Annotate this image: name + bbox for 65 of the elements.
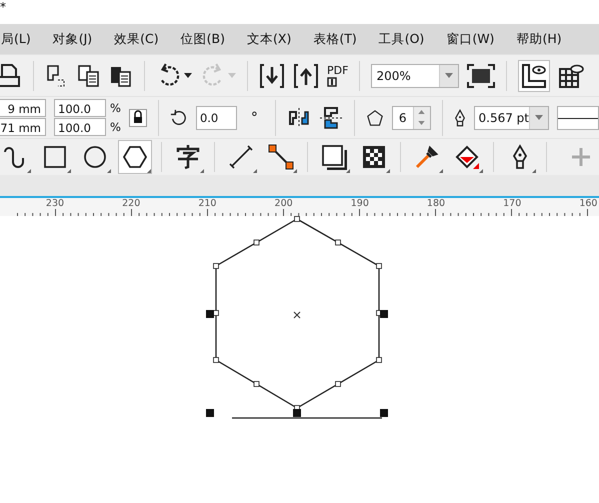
selection-handle[interactable]	[293, 409, 301, 417]
degree-label: °	[250, 110, 258, 126]
menu-item[interactable]: 效果(C)	[114, 30, 159, 48]
import-icon[interactable]	[259, 62, 285, 88]
ruler-label: 210	[198, 198, 216, 209]
rotation-field[interactable]: 0.0	[196, 106, 237, 130]
line-style-dropdown[interactable]	[557, 106, 599, 130]
selection-handle[interactable]	[206, 409, 214, 417]
grid-icon[interactable]	[558, 62, 584, 88]
ruler-label: 160	[579, 198, 598, 209]
lock-ratio-icon[interactable]	[128, 108, 147, 126]
selection-handle[interactable]	[380, 310, 388, 318]
percent-label: %	[110, 100, 121, 116]
percent-label: %	[110, 119, 121, 135]
center-mark-icon	[294, 312, 300, 318]
publish-pdf-button[interactable]: PDF	[327, 64, 348, 86]
ruler-label: 200	[274, 198, 293, 209]
pen-nib-icon	[454, 108, 466, 126]
full-screen-icon[interactable]	[467, 64, 496, 88]
x-position-field[interactable]: 9 mm	[0, 99, 46, 117]
printer-icon[interactable]	[0, 62, 22, 90]
menu-item[interactable]: 局(L)	[1, 30, 31, 48]
ruler-label: 170	[503, 198, 522, 209]
line-segment[interactable]	[232, 417, 382, 419]
selection-handle[interactable]	[206, 310, 214, 318]
transparency-icon	[361, 144, 387, 170]
menu-item[interactable]: 窗口(W)	[446, 30, 494, 48]
ruler-label: 230	[46, 198, 64, 209]
polygon-tool-button[interactable]	[118, 140, 152, 174]
y-position-field[interactable]: 71 mm	[0, 118, 46, 136]
scale-y-field[interactable]: 100.0	[54, 118, 106, 136]
pentagon-icon	[366, 108, 384, 126]
ruler-label: 190	[350, 198, 369, 209]
menu-item[interactable]: 帮助(H)	[516, 30, 562, 48]
outline-width-dropdown[interactable]: 0.567 pt	[474, 106, 549, 130]
copy-icon[interactable]	[77, 64, 101, 88]
ruler-label: 220	[122, 198, 140, 209]
zoom-dropdown[interactable]: 200%	[371, 64, 460, 88]
scale-x-field[interactable]: 100.0	[54, 99, 106, 117]
menu-item[interactable]: 工具(O)	[378, 30, 424, 48]
menu-item[interactable]: 对象(J)	[52, 30, 92, 48]
spin-down-icon[interactable]	[418, 121, 425, 125]
menu-item[interactable]: 表格(T)	[313, 30, 357, 48]
export-icon[interactable]	[293, 62, 319, 88]
selection-handle[interactable]	[380, 409, 388, 417]
hexagon-shape[interactable]	[213, 216, 382, 411]
menu-item[interactable]: 文本(X)	[247, 30, 292, 48]
eyedropper-icon	[414, 144, 440, 170]
rotate-icon	[170, 108, 188, 126]
menu-item[interactable]: 位图(B)	[180, 30, 225, 48]
polygon-icon	[122, 144, 148, 170]
mirror-vertical-icon[interactable]	[318, 106, 343, 130]
text-icon	[175, 144, 201, 170]
ruler-toggle[interactable]	[518, 60, 550, 92]
ruler-label: 180	[426, 198, 446, 209]
sides-spinner[interactable]: 6	[392, 106, 430, 130]
connector-icon	[268, 144, 294, 170]
rectangle-icon	[42, 144, 68, 170]
spin-up-icon[interactable]	[418, 110, 425, 114]
window-title: *	[0, 0, 6, 14]
ellipse-icon	[82, 144, 108, 170]
shadow-icon	[321, 144, 347, 170]
dimension-icon	[228, 144, 254, 170]
fill-icon	[454, 144, 480, 170]
caret-icon[interactable]	[184, 73, 192, 78]
